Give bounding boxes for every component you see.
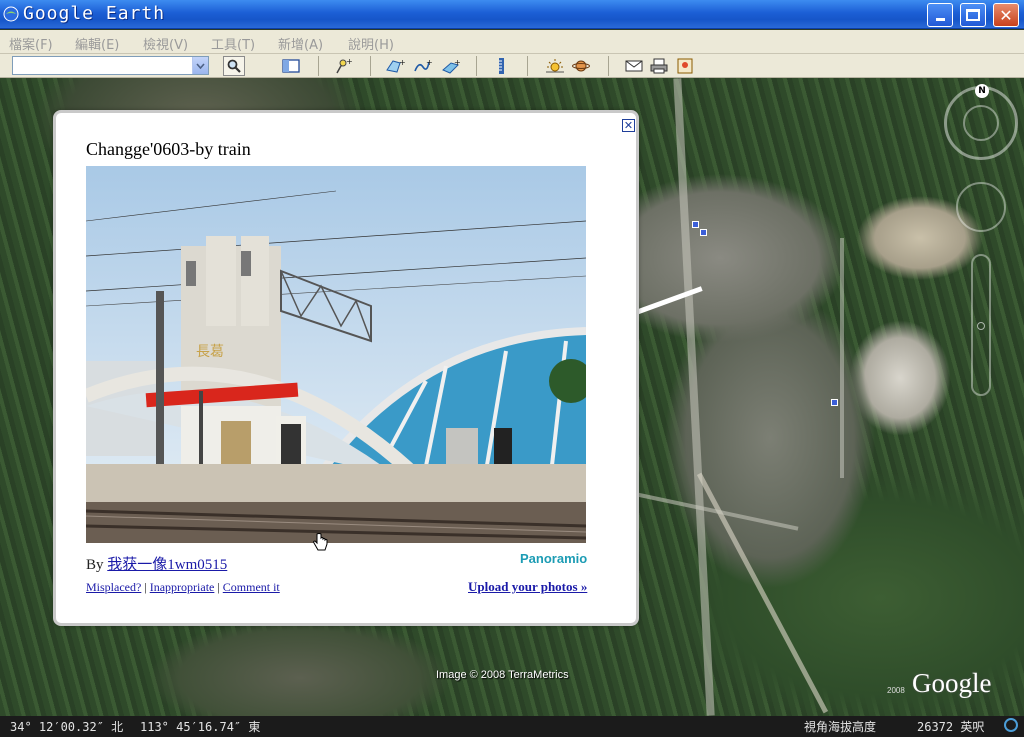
search-input[interactable] — [12, 56, 209, 75]
svg-text:+: + — [399, 58, 405, 67]
menu-edit[interactable]: 編輯(E) — [75, 34, 119, 53]
google-maps-button[interactable] — [674, 56, 696, 76]
hand-cursor-icon — [313, 533, 328, 551]
chevron-down-icon[interactable] — [192, 57, 208, 74]
add-polygon-button[interactable]: + — [384, 56, 406, 76]
add-path-button[interactable]: + — [412, 56, 434, 76]
photo-placemark[interactable] — [831, 399, 838, 406]
balloon-close-button[interactable]: ✕ — [622, 119, 635, 132]
sidebar-icon — [282, 59, 300, 73]
photo-action-links: Misplaced? | Inappropriate | Comment it — [86, 580, 280, 594]
svg-text:+: + — [346, 58, 352, 66]
byline-prefix: By — [86, 557, 104, 573]
menu-tools[interactable]: 工具(T) — [211, 34, 255, 53]
toolbar: + + + + — [0, 54, 1024, 78]
planet-icon — [572, 60, 590, 72]
close-icon: ✕ — [999, 5, 1013, 25]
email-icon — [625, 60, 643, 72]
title-bar: Google Earth ✕ — [0, 0, 1024, 29]
zoom-slider-knob[interactable] — [977, 322, 985, 330]
image-overlay-icon: + — [442, 58, 461, 74]
planet-button[interactable] — [570, 56, 592, 76]
info-balloon: ✕ Changge'0603-by train 長葛 By 我获一像1wm051… — [53, 110, 639, 626]
add-image-overlay-button[interactable]: + — [440, 56, 462, 76]
maximize-icon — [966, 9, 980, 21]
placemark-icon: + — [336, 58, 352, 74]
logo-year: 2008 — [887, 686, 905, 695]
maps-icon — [677, 58, 693, 74]
photo-byline: By 我获一像1wm0515 — [86, 553, 227, 574]
menu-bar: 檔案(F) 編輯(E) 檢視(V) 工具(T) 新增(A) 說明(H) — [0, 30, 1024, 54]
maximize-button[interactable] — [960, 3, 986, 27]
svg-text:+: + — [426, 58, 433, 67]
window-title: Google Earth — [23, 3, 166, 24]
minimize-icon — [935, 17, 945, 21]
status-bar: 34° 12′00.32″ 北 113° 45′16.74″ 東 視角海拔高度 … — [0, 716, 1024, 737]
compass-ring — [963, 105, 999, 141]
path-icon: + — [414, 58, 433, 72]
menu-file[interactable]: 檔案(F) — [9, 34, 53, 53]
svg-text:+: + — [454, 58, 461, 67]
sidebar-button[interactable] — [280, 56, 302, 76]
longitude-readout: 113° 45′16.74″ 東 — [140, 720, 261, 734]
eye-altitude-label: 視角海拔高度 — [804, 720, 877, 734]
close-button[interactable]: ✕ — [993, 3, 1019, 27]
google-logo: Google — [912, 668, 992, 698]
minimize-button[interactable] — [927, 3, 953, 27]
inappropriate-link[interactable]: Inappropriate — [150, 580, 215, 594]
ruler-button[interactable] — [490, 56, 512, 76]
misplaced-link[interactable]: Misplaced? — [86, 580, 141, 594]
station-sign: 長葛 — [196, 344, 224, 360]
print-icon — [650, 58, 668, 74]
look-joystick[interactable] — [956, 182, 1006, 232]
menu-add[interactable]: 新增(A) — [278, 34, 323, 53]
sunlight-button[interactable] — [544, 56, 566, 76]
panoramio-photo[interactable]: 長葛 — [86, 166, 586, 543]
photo-placemark[interactable] — [700, 229, 707, 236]
polygon-icon: + — [386, 58, 405, 73]
map-road — [673, 78, 715, 716]
panoramio-logo[interactable]: Panoramio — [520, 551, 587, 566]
google-earth-icon — [3, 6, 19, 22]
balloon-title: Changge'0603-by train — [86, 139, 251, 159]
imagery-credit: Image © 2008 TerraMetrics — [436, 669, 569, 681]
toolbar-separator — [608, 56, 609, 76]
compass-north-icon[interactable]: N — [975, 84, 989, 98]
add-placemark-button[interactable]: + — [332, 56, 354, 76]
streaming-indicator-icon — [1004, 718, 1018, 732]
search-icon — [227, 59, 241, 73]
toolbar-separator — [527, 56, 528, 76]
menu-help[interactable]: 說明(H) — [348, 34, 394, 53]
author-link[interactable]: 我获一像1wm0515 — [107, 557, 227, 573]
menu-view[interactable]: 檢視(V) — [143, 34, 188, 53]
zoom-slider[interactable] — [971, 254, 991, 396]
latitude-readout: 34° 12′00.32″ 北 — [10, 720, 124, 734]
print-button[interactable] — [648, 56, 670, 76]
toolbar-separator — [370, 56, 371, 76]
email-button[interactable] — [623, 56, 645, 76]
photo-placemark[interactable] — [692, 221, 699, 228]
ruler-icon — [499, 58, 504, 74]
toolbar-separator — [476, 56, 477, 76]
toolbar-separator — [318, 56, 319, 76]
search-button[interactable] — [223, 56, 245, 76]
map-road — [840, 238, 844, 478]
eye-altitude-value: 26372 英呎 — [917, 720, 985, 734]
close-icon: ✕ — [623, 119, 634, 132]
comment-link[interactable]: Comment it — [223, 580, 280, 594]
upload-photos-link[interactable]: Upload your photos » — [468, 579, 587, 595]
sunlight-icon — [546, 59, 564, 73]
